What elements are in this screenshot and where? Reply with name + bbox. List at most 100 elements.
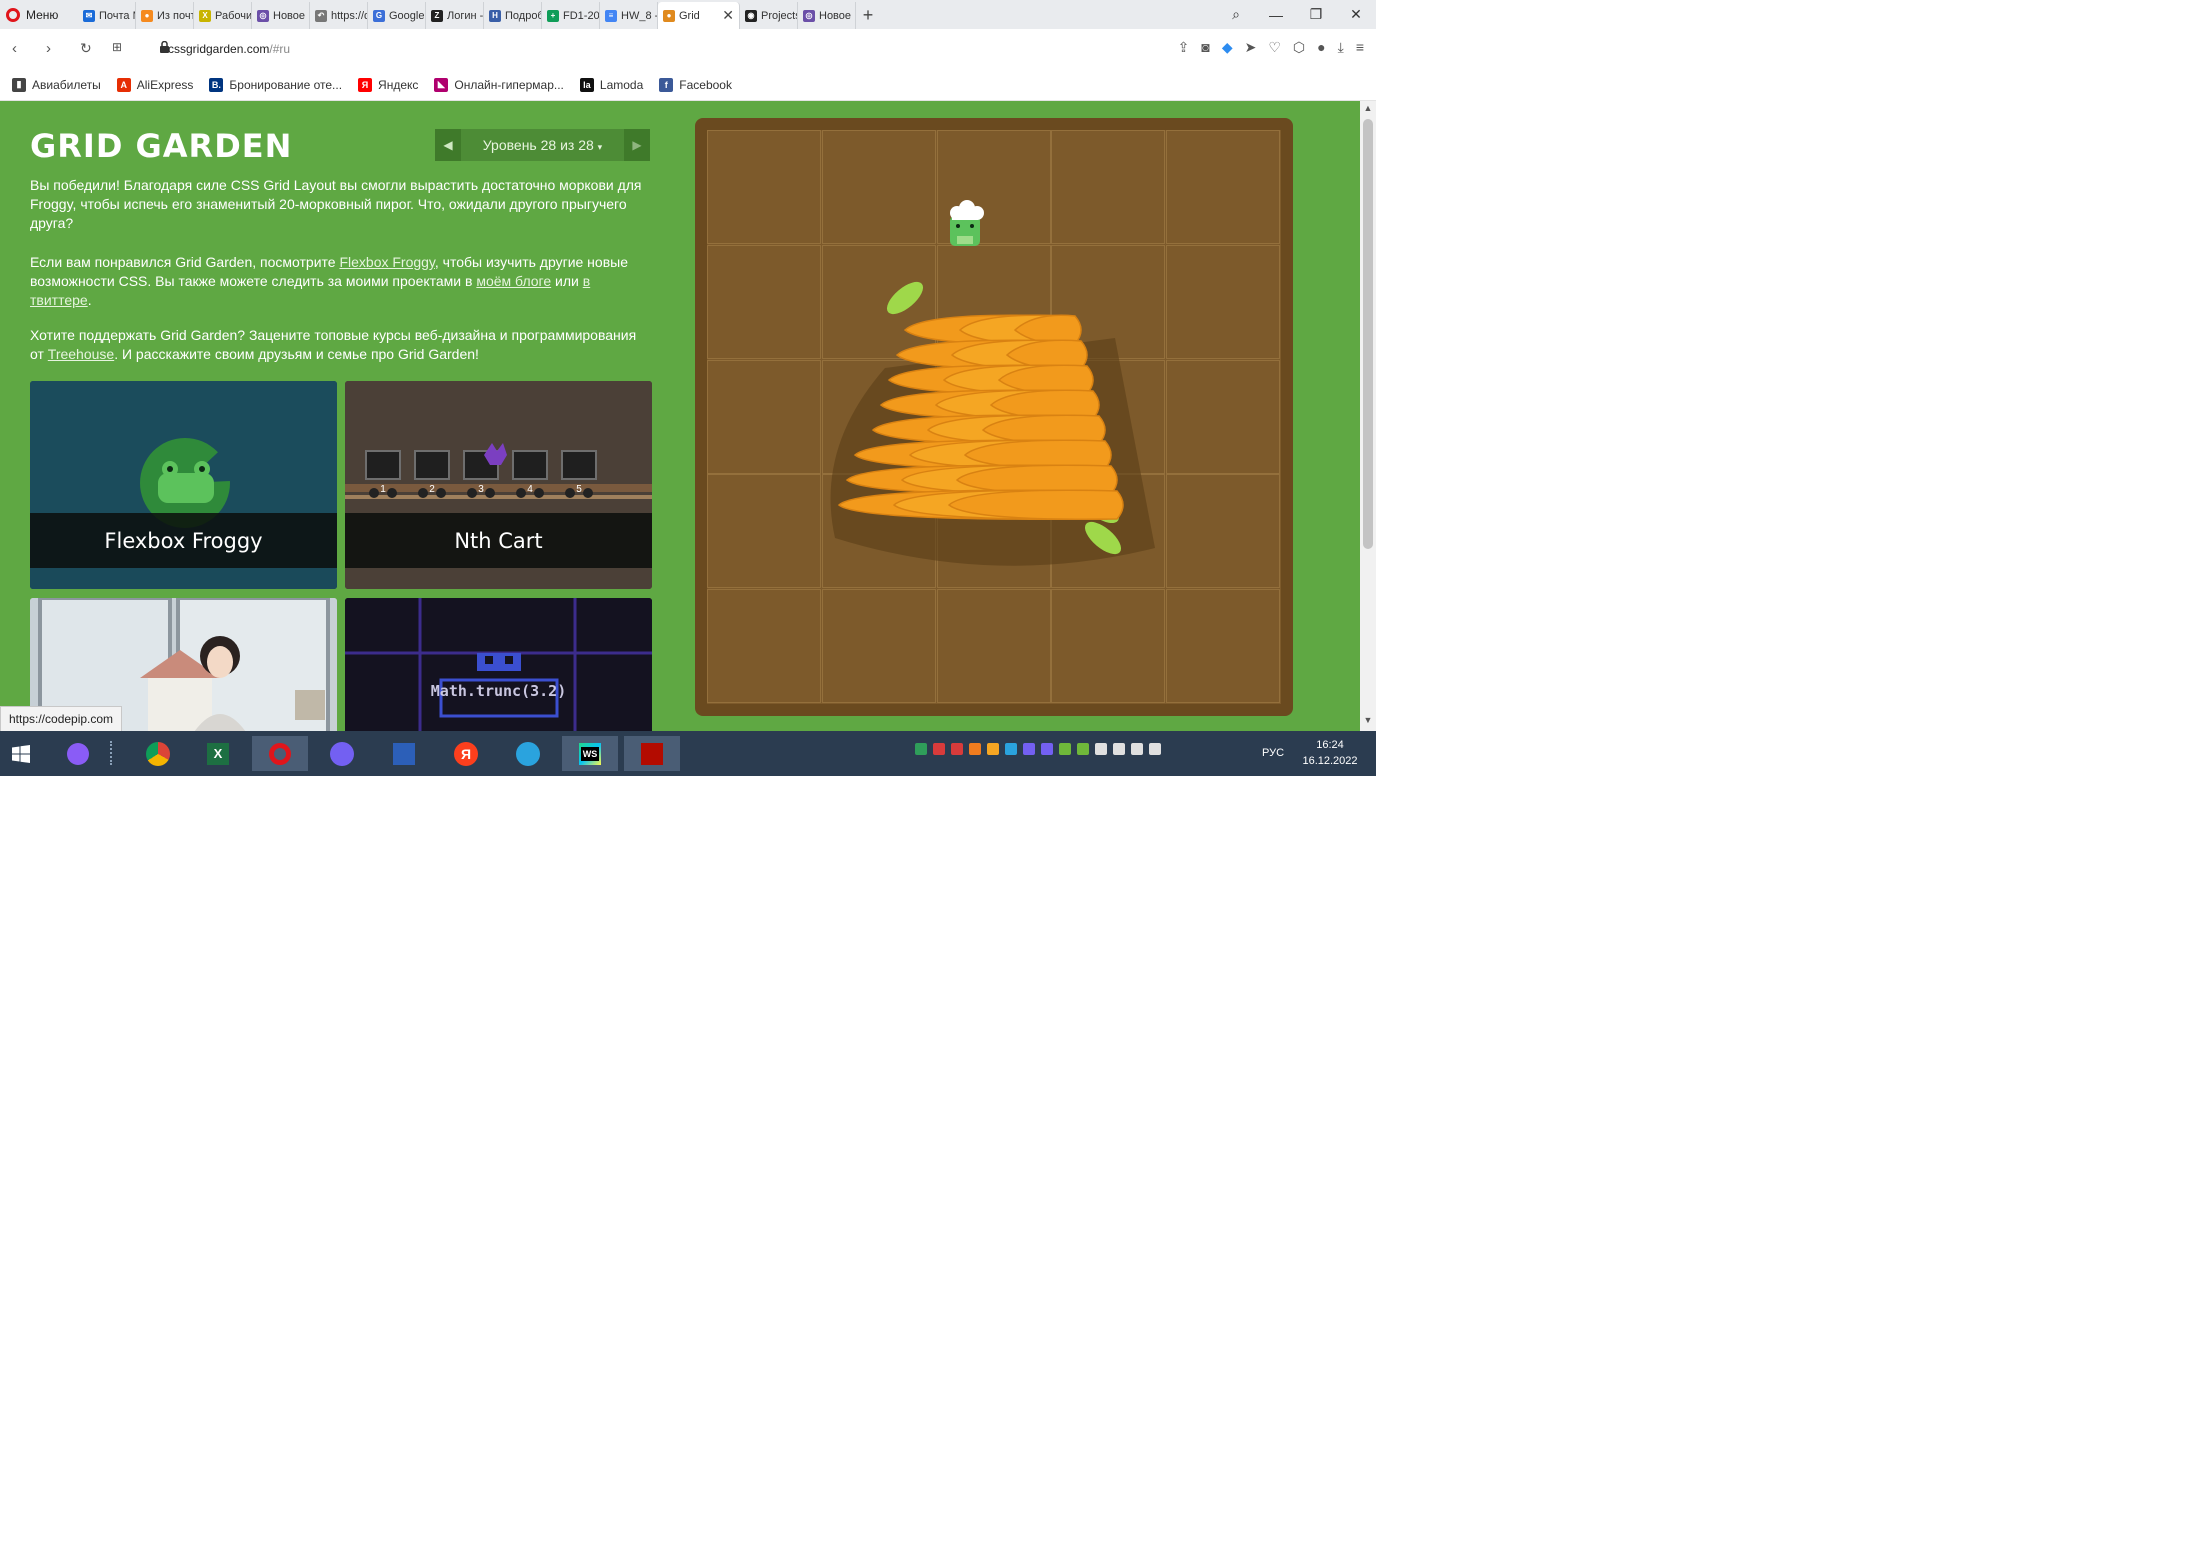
page-scrollbar[interactable]: ▲ ▼ xyxy=(1360,101,1376,731)
address-input[interactable]: cssgridgarden.com/#ru xyxy=(168,42,290,56)
search-tabs-icon[interactable]: ⌕ xyxy=(1216,0,1256,29)
bookmark-item[interactable]: B. Бронирование оте... xyxy=(209,77,342,92)
easy-setup-icon[interactable]: ≡ xyxy=(1356,39,1364,56)
browser-tab[interactable]: Z Логин - xyxy=(426,2,484,29)
tray-icon[interactable] xyxy=(1041,743,1053,755)
browser-tab[interactable]: X Рабочий xyxy=(194,2,252,29)
snapshot-icon[interactable]: ◙ xyxy=(1201,39,1209,56)
browser-tab[interactable]: + FD1-202 xyxy=(542,2,600,29)
level-selector: ◀ Уровень 28 из 28 ▾ ▶ xyxy=(435,129,650,161)
tab-favicon-icon: Z xyxy=(431,9,443,22)
code-game-card[interactable]: Math.trunc(3.2) xyxy=(345,598,652,731)
profile-icon[interactable]: ● xyxy=(1317,39,1325,56)
browser-tab[interactable]: ✉ Почта М xyxy=(78,2,136,29)
url-host: cssgridgarden.com xyxy=(168,42,270,56)
browser-tab[interactable]: ● Grid ✕ xyxy=(658,2,740,29)
tray-icon[interactable] xyxy=(1149,743,1161,755)
close-tab-icon[interactable]: ✕ xyxy=(722,7,734,24)
level-indicator[interactable]: Уровень 28 из 28 ▾ xyxy=(461,137,624,153)
cube-icon[interactable]: ⬡ xyxy=(1293,39,1305,56)
telegram-taskbar-icon[interactable] xyxy=(500,736,556,771)
close-window-button[interactable]: ✕ xyxy=(1336,0,1376,29)
send-icon[interactable]: ➤ xyxy=(1245,39,1257,56)
treehouse-link[interactable]: Treehouse xyxy=(48,346,114,362)
card-title: Flexbox Froggy xyxy=(30,513,337,568)
reload-icon[interactable]: ↻ xyxy=(80,40,92,57)
tray-icon[interactable] xyxy=(1113,743,1125,755)
webstorm-taskbar-icon[interactable]: WS xyxy=(562,736,618,771)
browser-tab[interactable]: ◉ Projects xyxy=(740,2,798,29)
prev-level-button[interactable]: ◀ xyxy=(435,129,461,161)
scrollbar-thumb[interactable] xyxy=(1363,119,1373,549)
back-icon[interactable]: ‹ xyxy=(12,40,17,57)
vpn-shield-icon[interactable]: ◆ xyxy=(1222,39,1233,56)
save-taskbar-icon[interactable] xyxy=(376,736,432,771)
tray-icon[interactable] xyxy=(1095,743,1107,755)
forward-icon[interactable]: › xyxy=(46,40,51,57)
bookmark-item[interactable]: ◣ Онлайн-гипермар... xyxy=(434,77,564,92)
windows-start-icon[interactable] xyxy=(12,745,30,763)
tray-icon[interactable] xyxy=(1005,743,1017,755)
tray-icon[interactable] xyxy=(915,743,927,755)
bookmark-item[interactable]: ▮ Авиабилеты xyxy=(12,77,101,92)
acrobat-taskbar-icon[interactable] xyxy=(624,736,680,771)
game-board xyxy=(695,118,1293,716)
excel-taskbar-icon[interactable]: X xyxy=(190,736,246,771)
toolbar-icons: ⇪ ◙ ◆ ➤ ♡ ⬡ ● ⤓ ≡ xyxy=(1178,39,1364,56)
page-logo: GRID GARDEN xyxy=(30,127,293,165)
bookmark-favicon-icon: B. xyxy=(209,77,224,92)
window-controls: ⌕ — ❐ ✕ xyxy=(1216,0,1376,29)
taskbar-clock[interactable]: 16:24 16.12.2022 xyxy=(1300,737,1360,769)
yandex-taskbar-icon[interactable]: Я xyxy=(438,736,494,771)
browser-tab[interactable]: ≡ HW_8 - xyxy=(600,2,658,29)
browser-tab[interactable]: ◎ Новое Р xyxy=(252,2,310,29)
browser-tab[interactable]: ◎ Новое Р xyxy=(798,2,856,29)
cart-number: 4 xyxy=(527,484,533,495)
bookmark-item[interactable]: la Lamoda xyxy=(579,77,644,92)
tray-icon[interactable] xyxy=(1059,743,1071,755)
browser-tab[interactable]: G Google xyxy=(368,2,426,29)
bookmark-label: Яндекс xyxy=(378,77,419,92)
tray-icon[interactable] xyxy=(1023,743,1035,755)
tray-icon[interactable] xyxy=(1131,743,1143,755)
bookmark-item[interactable]: Я Яндекс xyxy=(358,77,419,92)
tray-icon[interactable] xyxy=(1077,743,1089,755)
minimize-button[interactable]: — xyxy=(1256,0,1296,29)
download-icon[interactable]: ⤓ xyxy=(1338,39,1344,56)
tray-icon[interactable] xyxy=(933,743,945,755)
blog-link[interactable]: моём блоге xyxy=(476,273,551,289)
new-tab-button[interactable]: + xyxy=(856,2,880,29)
bookmark-item[interactable]: A AliExpress xyxy=(116,77,193,92)
viber-taskbar-icon[interactable] xyxy=(314,736,370,771)
scroll-up-icon[interactable]: ▲ xyxy=(1360,103,1376,113)
opera-menu-button[interactable]: Меню xyxy=(6,5,58,25)
address-bar-row: ‹ › ↻ ⊞ cssgridgarden.com/#ru ⇪ ◙ ◆ ➤ ♡ … xyxy=(0,29,1376,69)
scroll-down-icon[interactable]: ▼ xyxy=(1360,715,1376,725)
alice-taskbar-icon[interactable] xyxy=(50,736,106,771)
chrome-taskbar-icon[interactable] xyxy=(130,736,186,771)
tray-icon[interactable] xyxy=(969,743,981,755)
share-icon[interactable]: ⇪ xyxy=(1178,39,1190,56)
opera-taskbar-icon[interactable] xyxy=(252,736,308,771)
browser-tab[interactable]: ● Из почт xyxy=(136,2,194,29)
bookmark-label: Онлайн-гипермар... xyxy=(454,77,564,92)
clock-date: 16.12.2022 xyxy=(1302,755,1358,767)
browser-tab[interactable]: H Подроб xyxy=(484,2,542,29)
bookmarks-bar: ▮ Авиабилеты A AliExpress B. Бронирование оте… xyxy=(0,69,1376,101)
bookmark-label: Lamoda xyxy=(599,77,644,92)
heart-icon[interactable]: ♡ xyxy=(1268,39,1281,56)
flexbox-froggy-link[interactable]: Flexbox Froggy xyxy=(339,254,434,270)
speed-dial-icon[interactable]: ⊞ xyxy=(112,40,122,54)
flexbox-froggy-card[interactable]: Flexbox Froggy xyxy=(30,381,337,589)
bookmark-item[interactable]: f Facebook xyxy=(659,77,732,92)
tray-icon[interactable] xyxy=(987,743,999,755)
tab-label: Подроб xyxy=(505,9,542,22)
tray-icon[interactable] xyxy=(951,743,963,755)
tab-label: Из почт xyxy=(157,9,194,22)
language-indicator[interactable]: РУС xyxy=(1262,747,1284,759)
browser-tab[interactable]: ↶ https://d xyxy=(310,2,368,29)
tab-favicon-icon: ✉ xyxy=(83,9,95,22)
nth-cart-card[interactable]: 1 2 3 4 5 Nth Cart xyxy=(345,381,652,589)
restore-button[interactable]: ❐ xyxy=(1296,0,1336,29)
next-level-button[interactable]: ▶ xyxy=(624,129,650,161)
